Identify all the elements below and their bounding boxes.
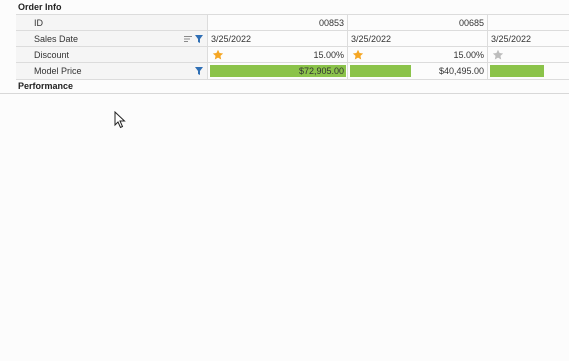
row-header-sales-date[interactable]: Sales Date [16,31,208,47]
cell-value: 15.00% [313,50,344,60]
row-header-discount[interactable]: Discount [16,47,208,63]
cell-value: 00853 [318,18,344,28]
cell-sales-date-2[interactable]: 3/25/2022 [348,31,488,47]
cell-sales-date-3[interactable]: 3/25/2022 [488,31,569,47]
cell-sales-date-1[interactable]: 3/25/2022 [208,31,348,47]
cell-value: 15.00% [453,50,484,60]
row-model-price[interactable]: Model Price $72,905.00 $40,495.00 [16,62,569,80]
star-empty-icon [492,49,504,60]
filter-icon[interactable] [195,67,203,75]
row-header-model-price[interactable]: Model Price [16,63,208,79]
row-header-label: Model Price [34,66,82,76]
row-header-label: ID [34,18,43,28]
row-header-id[interactable]: ID [16,15,208,31]
star-filled-icon [352,49,364,60]
cell-model-price-3[interactable] [488,63,569,79]
cell-value: 3/25/2022 [491,34,532,44]
cell-model-price-1[interactable]: $72,905.00 [208,63,348,79]
filter-icon[interactable] [195,35,203,43]
row-header-label: Sales Date [34,34,79,44]
sort-icon[interactable] [184,35,192,43]
row-discount[interactable]: Discount 15.00% 15.00% [16,46,569,63]
cell-value: $72,905.00 [298,66,344,76]
star-filled-icon [212,49,224,60]
row-sales-date[interactable]: Sales Date 3/25/2022 3/25/2022 3/25/2022 [16,30,569,47]
category-label: Order Info [18,2,62,12]
cell-value: 3/25/2022 [351,34,392,44]
cell-discount-3[interactable] [488,47,569,63]
cell-discount-1[interactable]: 15.00% [208,47,348,63]
cell-discount-2[interactable]: 15.00% [348,47,488,63]
cell-id-1[interactable]: 00853 [208,15,348,31]
cell-value: $40,495.00 [438,66,484,76]
cell-value: 00685 [458,18,484,28]
data-bar [490,65,544,77]
row-header-label: Discount [34,50,70,60]
row-id[interactable]: ID 00853 00685 [16,14,569,31]
data-bar [350,65,411,77]
category-label: Performance [18,81,74,91]
category-performance[interactable]: Performance [0,79,569,94]
cell-id-2[interactable]: 00685 [348,15,488,31]
cell-id-3[interactable] [488,15,569,31]
cell-model-price-2[interactable]: $40,495.00 [348,63,488,79]
cell-value: 3/25/2022 [211,34,252,44]
category-order-info[interactable]: Order Info [0,0,569,14]
mouse-cursor-icon [114,111,126,129]
